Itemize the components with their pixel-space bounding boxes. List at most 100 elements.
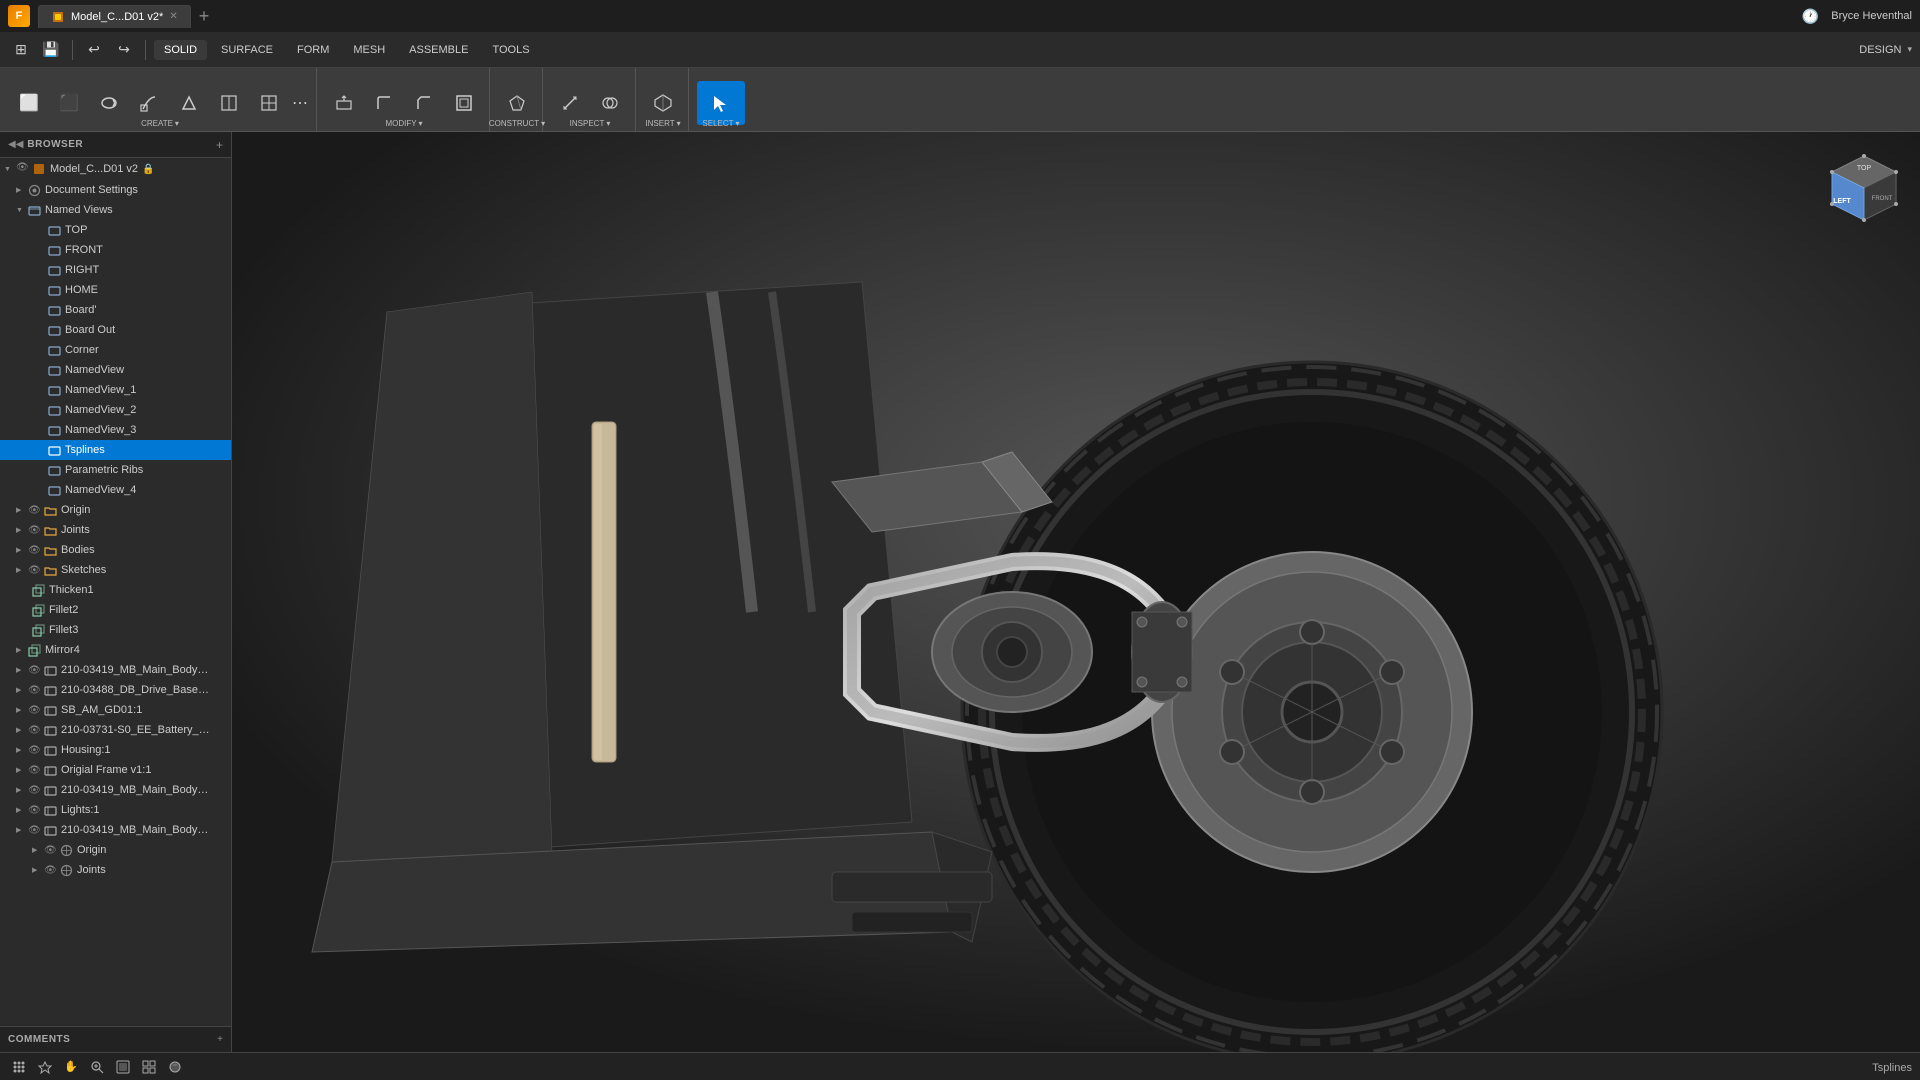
plane-btn[interactable] <box>498 81 536 125</box>
tree-view-board-out[interactable]: Board Out <box>0 320 231 340</box>
tree-comp3[interactable]: ▶ 👁 SB_AM_GD01:1 <box>0 700 231 720</box>
revolve-btn[interactable] <box>90 81 128 125</box>
sweep-btn[interactable] <box>130 81 168 125</box>
press-pull-btn[interactable] <box>325 81 363 125</box>
grid-snap-icon <box>12 1060 26 1074</box>
view-icon <box>48 404 61 417</box>
tree-view-named1[interactable]: NamedView_1 <box>0 380 231 400</box>
tree-lights1[interactable]: ▶ 👁 Lights:1 <box>0 800 231 820</box>
tree-origframe[interactable]: ▶ 👁 Origial Frame v1:1 <box>0 760 231 780</box>
tree-view-named2[interactable]: NamedView_2 <box>0 400 231 420</box>
menu-mesh[interactable]: MESH <box>343 40 395 60</box>
browser-content[interactable]: ▼ 👁 Model_C...D01 v2 🔒 ▶ Document Settin… <box>0 158 231 1026</box>
toolbar-section-modify: MODIFY▾ <box>319 68 490 131</box>
tree-document-settings[interactable]: ▶ Document Settings <box>0 180 231 200</box>
tree-view-home[interactable]: HOME <box>0 280 231 300</box>
tree-view-param-ribs[interactable]: Parametric Ribs <box>0 460 231 480</box>
folder-icon <box>44 544 57 557</box>
save-icon[interactable]: 💾 <box>38 37 64 63</box>
shell-btn[interactable] <box>445 81 483 125</box>
visual-style-btn[interactable] <box>164 1056 186 1078</box>
tree-origin[interactable]: ▶ 👁 Origin <box>0 500 231 520</box>
tree-view-right[interactable]: RIGHT <box>0 260 231 280</box>
param-ribs-label: Parametric Ribs <box>65 464 143 476</box>
tree-root[interactable]: ▼ 👁 Model_C...D01 v2 🔒 <box>0 158 231 180</box>
redo-icon[interactable]: ↪ <box>111 37 137 63</box>
root-eye-icon: 👁 <box>16 162 30 176</box>
tree-fillet2[interactable]: Fillet2 <box>0 600 231 620</box>
status-right: Tsplines <box>1872 1060 1912 1074</box>
point-snap-btn[interactable] <box>34 1056 56 1078</box>
viewport[interactable]: TOP FRONT LEFT <box>232 132 1920 1052</box>
plane-icon <box>507 93 527 113</box>
status-bar: ✋ Tsplines <box>0 1052 1920 1080</box>
grid-icon[interactable]: ⊞ <box>8 37 34 63</box>
tree-comp5[interactable]: ▶ 👁 210-03419_MB_Main_Body_Ass... <box>0 780 231 800</box>
tree-named-views[interactable]: ▼ Named Views <box>0 200 231 220</box>
workspace-selector[interactable]: DESIGN ▾ <box>1859 44 1912 56</box>
front-label: FRONT <box>65 244 103 256</box>
tree-origin2[interactable]: ▶ 👁 Origin <box>0 840 231 860</box>
browser-expand-icon[interactable]: + <box>216 138 223 152</box>
comments-section[interactable]: COMMENTS + <box>0 1026 231 1052</box>
grid-snap-btn[interactable] <box>8 1056 30 1078</box>
menu-solid[interactable]: SOLID <box>154 40 207 60</box>
new-tab-button[interactable]: + <box>199 6 210 27</box>
named-views-icon <box>28 204 41 217</box>
new-component-btn[interactable]: ⬜ <box>10 81 48 125</box>
tree-mirror4[interactable]: ▶ Mirror4 <box>0 640 231 660</box>
construct-label: CONSTRUCT▾ <box>489 119 545 128</box>
tree-view-named3[interactable]: NamedView_3 <box>0 420 231 440</box>
menu-assemble[interactable]: ASSEMBLE <box>399 40 478 60</box>
tree-view-tsplines[interactable]: Tsplines <box>0 440 231 460</box>
tree-sketches[interactable]: ▶ 👁 Sketches <box>0 560 231 580</box>
tree-view-front[interactable]: FRONT <box>0 240 231 260</box>
tree-comp2[interactable]: ▶ 👁 210-03488_DB_Drive_Base_Ass... <box>0 680 231 700</box>
grid-display-btn[interactable] <box>138 1056 160 1078</box>
browser-collapse-icon[interactable]: ◀◀ <box>8 139 23 150</box>
interference-btn[interactable] <box>591 81 629 125</box>
chamfer-btn[interactable] <box>405 81 443 125</box>
tree-fillet3[interactable]: Fillet3 <box>0 620 231 640</box>
rib-btn[interactable] <box>210 81 248 125</box>
tab-close-button[interactable]: ✕ <box>169 11 177 22</box>
tree-comp1[interactable]: ▶ 👁 210-03419_MB_Main_Body_Ass... <box>0 660 231 680</box>
zoom-extents-btn[interactable] <box>86 1056 108 1078</box>
tree-view-named[interactable]: NamedView <box>0 360 231 380</box>
tree-view-named4[interactable]: NamedView_4 <box>0 480 231 500</box>
insert-mesh-btn[interactable] <box>644 81 682 125</box>
fillet-btn[interactable] <box>365 81 403 125</box>
menu-surface[interactable]: SURFACE <box>211 40 283 60</box>
feature-icon <box>32 604 45 617</box>
tree-joints2[interactable]: ▶ 👁 Joints <box>0 860 231 880</box>
tree-bodies[interactable]: ▶ 👁 Bodies <box>0 540 231 560</box>
tree-comp6[interactable]: ▶ 👁 210-03419_MB_Main_Body_Ass... <box>0 820 231 840</box>
tree-housing1[interactable]: ▶ 👁 Housing:1 <box>0 740 231 760</box>
more-create-btn[interactable]: ⋯ <box>290 81 310 125</box>
undo-icon[interactable]: ↩ <box>81 37 107 63</box>
svg-text:FRONT: FRONT <box>1872 196 1893 202</box>
component-icon <box>44 684 57 697</box>
menu-tools[interactable]: TOOLS <box>482 40 539 60</box>
active-tab[interactable]: Model_C...D01 v2* ✕ <box>38 5 191 28</box>
web-btn[interactable] <box>250 81 288 125</box>
joints-eye-icon: 👁 <box>28 525 42 536</box>
tsplines-icon <box>48 444 61 457</box>
measure-btn[interactable] <box>551 81 589 125</box>
loft-btn[interactable] <box>170 81 208 125</box>
nav-cube[interactable]: TOP FRONT LEFT <box>1824 148 1904 228</box>
modify-label: MODIFY▾ <box>385 119 422 128</box>
extrude-btn[interactable]: ⬛ <box>50 81 88 125</box>
tree-comp4[interactable]: ▶ 👁 210-03731-S0_EE_Battery_Ass... <box>0 720 231 740</box>
tree-view-corner[interactable]: Corner <box>0 340 231 360</box>
tree-joints[interactable]: ▶ 👁 Joints <box>0 520 231 540</box>
select-tool-btn[interactable] <box>697 81 745 125</box>
tree-view-top[interactable]: TOP <box>0 220 231 240</box>
tree-thicken1[interactable]: Thicken1 <box>0 580 231 600</box>
feature-icon <box>28 644 41 657</box>
menu-form[interactable]: FORM <box>287 40 339 60</box>
component-icon <box>44 784 57 797</box>
pan-btn[interactable]: ✋ <box>60 1056 82 1078</box>
display-mode-btn[interactable] <box>112 1056 134 1078</box>
tree-view-board1[interactable]: Board' <box>0 300 231 320</box>
